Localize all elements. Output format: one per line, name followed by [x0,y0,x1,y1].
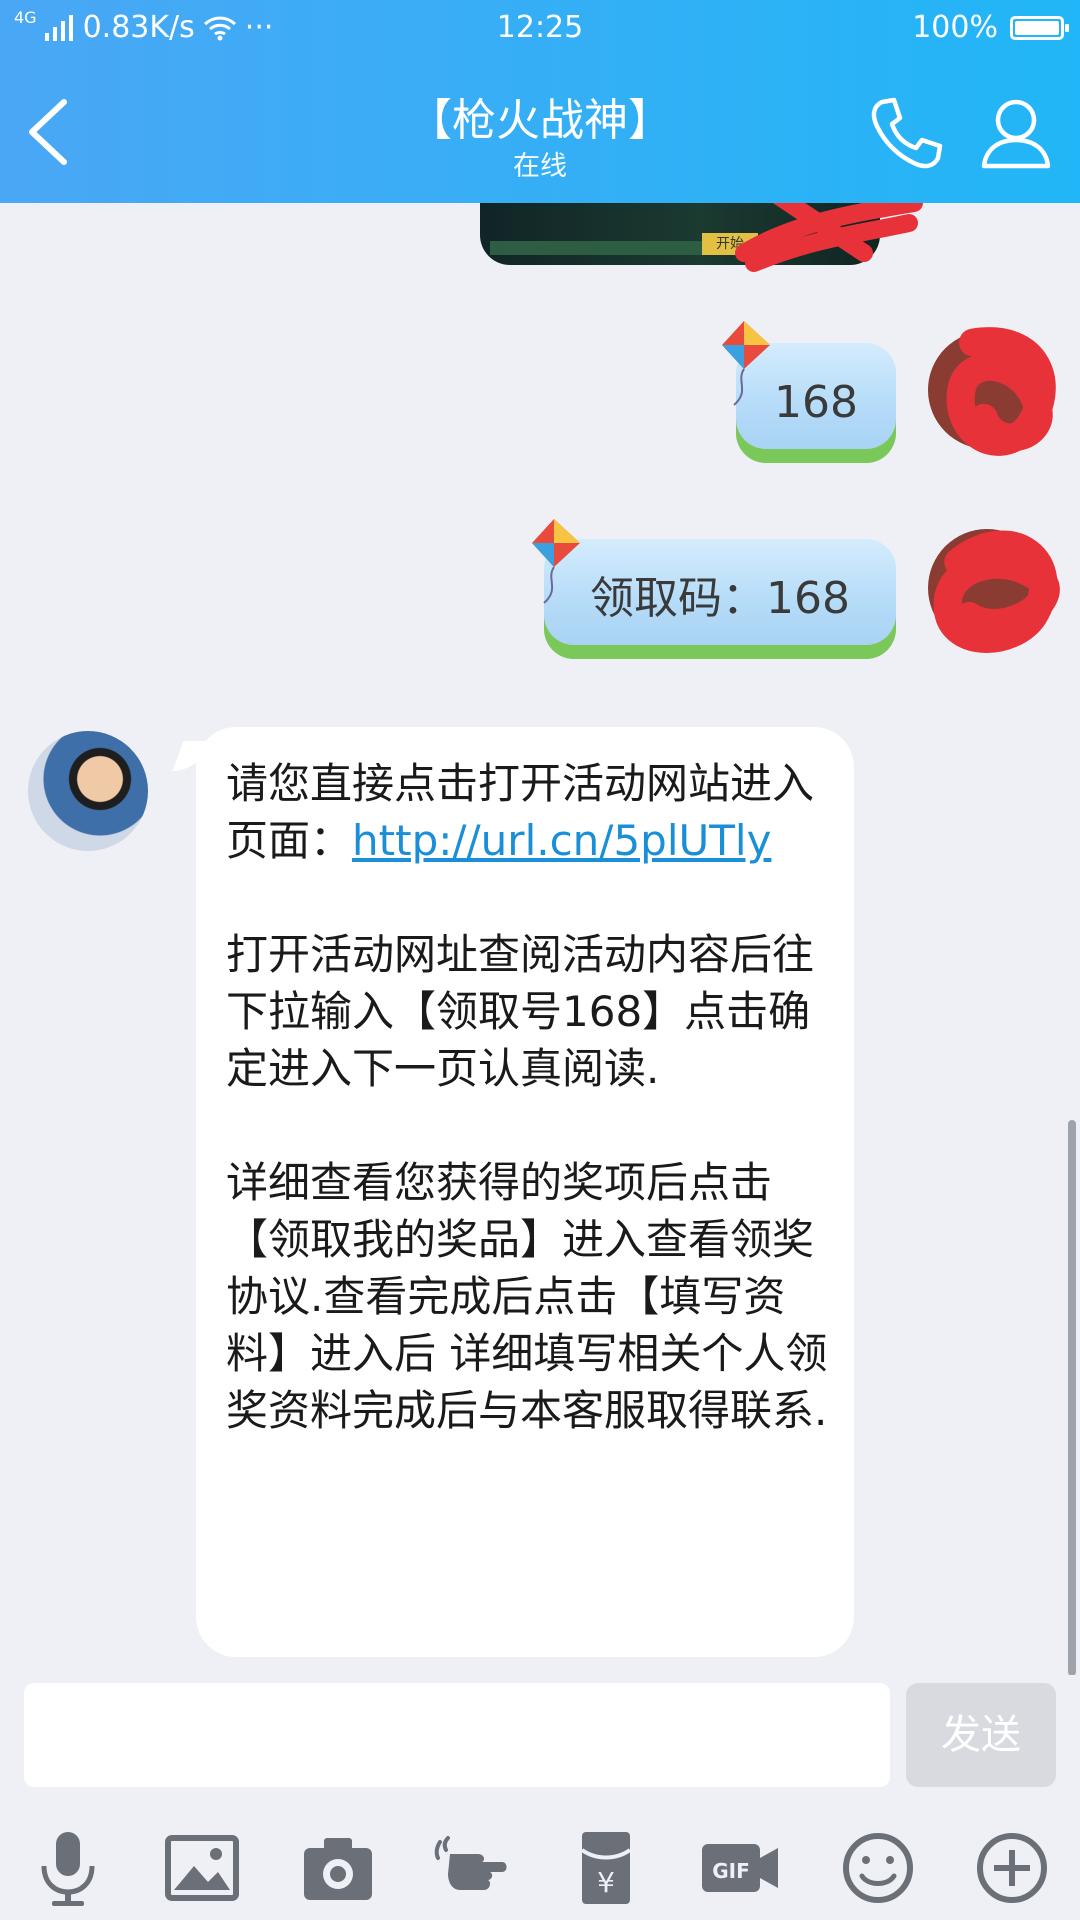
message-text: 168 [774,377,858,428]
microphone-icon [41,1832,95,1906]
message-paragraph: 打开活动网址查阅活动内容后往下拉输入【领取号168】点击确定进入下一页认真阅读. [226,930,815,1093]
image-content [490,241,710,255]
call-button[interactable] [868,94,946,172]
red-packet-icon: ¥ [580,1832,632,1904]
kite-icon [722,321,770,406]
battery-icon [1010,15,1069,40]
voice-button[interactable] [28,1828,108,1908]
red-packet-button[interactable]: ¥ [566,1828,646,1908]
svg-text:GIF: GIF [712,1859,750,1883]
redaction-scribble [735,203,923,272]
battery-percent: 100% [912,10,998,45]
camera-button[interactable] [298,1828,378,1908]
more-button[interactable] [972,1828,1052,1908]
poke-button[interactable] [430,1828,510,1908]
gif-button[interactable]: GIF [700,1828,780,1908]
input-bar: 发送 [0,1675,1080,1795]
redaction-scribble [933,530,1060,653]
camera-icon [304,1838,372,1900]
profile-button[interactable] [978,94,1054,172]
incoming-message[interactable]: 请您直接点击打开活动网站进入页面：http://url.cn/5plUTly 打… [196,727,854,1657]
status-bar: 4G 0.83K/s ··· 12:25 100% [0,0,1080,56]
poke-icon [434,1836,507,1890]
redaction-scribble [946,327,1056,456]
emoji-button[interactable] [838,1828,918,1908]
message-input[interactable] [24,1683,890,1787]
message-paragraph: 详细查看您获得的奖项后点击【领取我的奖品】进入查看领奖协议.查看完成后点击【填写… [226,1158,828,1435]
send-button[interactable]: 发送 [906,1683,1056,1787]
person-icon [981,99,1051,169]
activity-link[interactable]: http://url.cn/5plUTly [352,816,771,865]
emoji-icon [843,1833,913,1903]
outgoing-message[interactable]: 领取码：168 [544,539,896,659]
phone-icon [871,97,943,169]
kite-icon [532,519,580,604]
image-button[interactable] [162,1828,242,1908]
message-text: 领取码：168 [590,573,850,624]
chat-area[interactable]: 开始 168 领取码：168 请您直接点击打开活动网站进入页面：http://u… [0,203,1080,1675]
scrollbar[interactable] [1068,1120,1076,1676]
image-icon [165,1835,239,1901]
message-paragraph: 请您直接点击打开活动网站进入页面：http://url.cn/5plUTly [226,759,815,865]
toolbar: ¥ GIF [0,1810,1080,1920]
gif-icon: GIF [702,1844,778,1892]
contact-avatar[interactable] [28,731,148,851]
plus-icon [977,1833,1047,1903]
svg-text:¥: ¥ [597,1866,615,1899]
